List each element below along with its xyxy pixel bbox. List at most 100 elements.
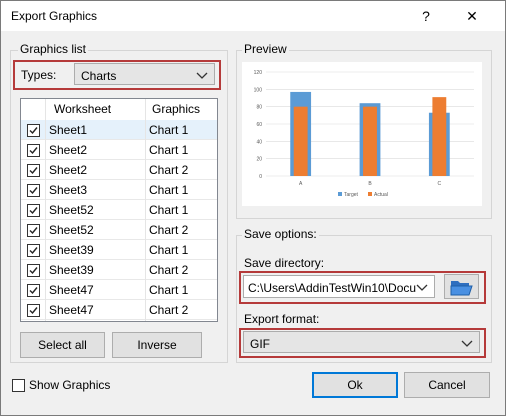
graphic-cell: Chart 1 bbox=[149, 203, 189, 217]
check-icon bbox=[29, 267, 38, 275]
y-tick-label: 80 bbox=[256, 105, 262, 111]
list-item[interactable]: Sheet2 Chart 1 bbox=[21, 140, 217, 160]
save-directory-value: C:\Users\AddinTestWin10\Docu bbox=[248, 281, 416, 295]
save-options-label: Save options: bbox=[242, 227, 319, 241]
graphics-list-view[interactable]: Worksheet Graphics Sheet1 Chart 1 Sheet2 Ch… bbox=[20, 98, 218, 322]
chevron-down-icon bbox=[461, 340, 473, 347]
row-checkbox[interactable] bbox=[27, 304, 40, 317]
graphic-cell: Chart 1 bbox=[149, 123, 189, 137]
export-format-label: Export format: bbox=[244, 312, 320, 326]
bar-actual bbox=[293, 106, 308, 176]
check-icon bbox=[29, 307, 38, 315]
list-header: Worksheet Graphics bbox=[21, 99, 217, 119]
list-item[interactable]: Sheet39 Chart 1 bbox=[21, 240, 217, 260]
worksheet-cell: Sheet39 bbox=[49, 263, 94, 277]
column-divider bbox=[145, 99, 146, 321]
row-checkbox[interactable] bbox=[27, 284, 40, 297]
list-item[interactable]: Sheet52 Chart 1 bbox=[21, 200, 217, 220]
list-item[interactable]: Sheet47 Chart 1 bbox=[21, 280, 217, 300]
check-icon bbox=[29, 147, 38, 155]
worksheet-cell: Sheet39 bbox=[49, 243, 94, 257]
chevron-down-icon bbox=[416, 284, 428, 291]
export-graphics-dialog: Export Graphics ? ✕ Graphics list Types:… bbox=[0, 0, 506, 416]
row-checkbox[interactable] bbox=[27, 164, 40, 177]
worksheet-cell: Sheet47 bbox=[49, 303, 94, 317]
save-directory-combo[interactable]: C:\Users\AddinTestWin10\Docu bbox=[243, 275, 435, 298]
legend-swatch bbox=[338, 192, 342, 196]
column-header-worksheet[interactable]: Worksheet bbox=[54, 102, 111, 116]
list-item[interactable]: Sheet52 Chart 2 bbox=[21, 220, 217, 240]
worksheet-cell: Sheet2 bbox=[49, 163, 88, 177]
row-divider bbox=[21, 319, 217, 320]
row-checkbox[interactable] bbox=[27, 264, 40, 277]
bar-actual bbox=[432, 97, 447, 176]
graphic-cell: Chart 1 bbox=[149, 283, 189, 297]
y-tick-label: 0 bbox=[259, 174, 262, 180]
list-item[interactable]: Sheet39 Chart 2 bbox=[21, 260, 217, 280]
graphics-list-label: Graphics list bbox=[18, 42, 89, 56]
preview-chart: 0 20 40 60 80 100 120 A B C Target Actual bbox=[254, 70, 474, 198]
graphic-cell: Chart 2 bbox=[149, 263, 189, 277]
check-icon bbox=[29, 127, 38, 135]
graphic-cell: Chart 2 bbox=[149, 223, 189, 237]
y-tick-label: 60 bbox=[256, 122, 262, 128]
graphic-cell: Chart 1 bbox=[149, 183, 189, 197]
worksheet-cell: Sheet52 bbox=[49, 203, 94, 217]
row-checkbox[interactable] bbox=[27, 144, 40, 157]
x-tick-label: B bbox=[368, 181, 372, 187]
row-checkbox[interactable] bbox=[27, 204, 40, 217]
row-checkbox[interactable] bbox=[27, 184, 40, 197]
help-button[interactable]: ? bbox=[409, 3, 443, 29]
bar-actual bbox=[363, 106, 377, 176]
export-format-dropdown[interactable]: GIF bbox=[243, 331, 480, 353]
select-all-button[interactable]: Select all bbox=[20, 332, 105, 358]
y-tick-label: 120 bbox=[254, 70, 263, 76]
check-icon bbox=[29, 227, 38, 235]
row-checkbox[interactable] bbox=[27, 244, 40, 257]
export-format-value: GIF bbox=[250, 337, 270, 351]
list-item[interactable]: Sheet47 Chart 2 bbox=[21, 300, 217, 320]
check-icon bbox=[29, 167, 38, 175]
row-checkbox[interactable] bbox=[27, 224, 40, 237]
worksheet-cell: Sheet52 bbox=[49, 223, 94, 237]
check-icon bbox=[29, 287, 38, 295]
graphic-cell: Chart 2 bbox=[149, 303, 189, 317]
close-button[interactable]: ✕ bbox=[455, 3, 489, 29]
list-item[interactable]: Sheet2 Chart 2 bbox=[21, 160, 217, 180]
chevron-down-icon bbox=[196, 72, 208, 79]
list-item[interactable]: Sheet1 Chart 1 bbox=[21, 120, 217, 140]
column-header-graphics[interactable]: Graphics bbox=[152, 102, 200, 116]
browse-folder-button[interactable] bbox=[444, 274, 479, 299]
worksheet-cell: Sheet47 bbox=[49, 283, 94, 297]
worksheet-cell: Sheet3 bbox=[49, 183, 88, 197]
graphic-cell: Chart 2 bbox=[149, 163, 189, 177]
x-tick-label: C bbox=[438, 181, 442, 187]
show-graphics-label: Show Graphics bbox=[29, 378, 111, 392]
y-tick-label: 40 bbox=[256, 139, 262, 145]
inverse-button[interactable]: Inverse bbox=[112, 332, 202, 358]
window-title: Export Graphics bbox=[11, 9, 98, 23]
row-checkbox[interactable] bbox=[27, 124, 40, 137]
graphic-cell: Chart 1 bbox=[149, 143, 189, 157]
title-bar: Export Graphics ? ✕ bbox=[1, 1, 505, 31]
worksheet-cell: Sheet1 bbox=[49, 123, 88, 137]
x-tick-label: A bbox=[299, 181, 303, 187]
legend-label: Target bbox=[344, 192, 359, 198]
y-tick-label: 20 bbox=[256, 157, 262, 163]
types-value: Charts bbox=[81, 69, 117, 83]
graphic-cell: Chart 1 bbox=[149, 243, 189, 257]
preview-label: Preview bbox=[242, 42, 289, 56]
list-item[interactable]: Sheet3 Chart 1 bbox=[21, 180, 217, 200]
y-tick-label: 100 bbox=[254, 87, 263, 93]
show-graphics-checkbox[interactable] bbox=[12, 379, 25, 392]
check-icon bbox=[29, 247, 38, 255]
types-label: Types: bbox=[21, 68, 57, 82]
types-dropdown[interactable]: Charts bbox=[74, 63, 215, 85]
chart-preview: 0 20 40 60 80 100 120 A B C Target Actual bbox=[242, 62, 482, 206]
check-icon bbox=[29, 207, 38, 215]
worksheet-cell: Sheet2 bbox=[49, 143, 88, 157]
ok-button[interactable]: Ok bbox=[312, 372, 398, 398]
cancel-button[interactable]: Cancel bbox=[404, 372, 490, 398]
legend-swatch bbox=[368, 192, 372, 196]
check-icon bbox=[29, 187, 38, 195]
